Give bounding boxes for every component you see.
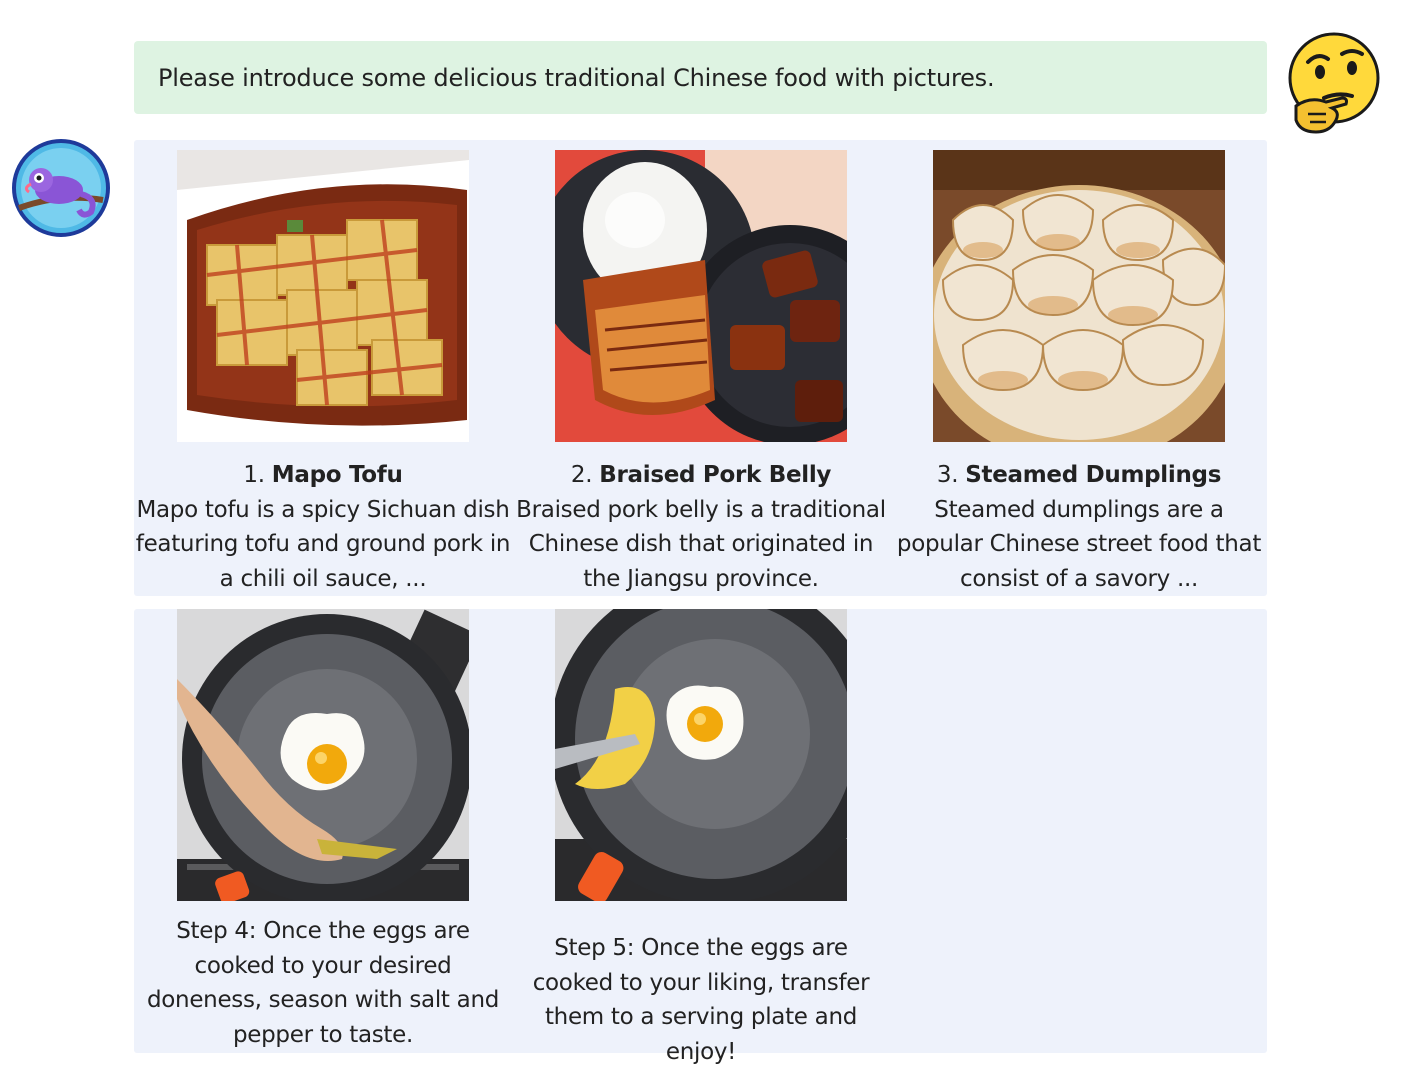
user-prompt-bubble: Please introduce some delicious traditio… <box>134 41 1267 114</box>
chameleon-avatar-icon <box>11 138 111 238</box>
dish-title: 2. Braised Pork Belly <box>570 462 832 488</box>
dish-name: Mapo Tofu <box>271 462 403 488</box>
chat-canvas: Please introduce some delicious traditio… <box>0 0 1412 1066</box>
dish-title: 3. Steamed Dumplings <box>936 462 1222 488</box>
step-caption: Step 4: Once the eggs are cooked to your… <box>146 918 500 1048</box>
egg-transfer-image <box>555 609 847 901</box>
steamed-dumplings-image <box>933 150 1225 442</box>
dish-title: 1. Mapo Tofu <box>243 462 403 488</box>
egg-in-pan-image <box>177 609 469 901</box>
dish-name: Steamed Dumplings <box>965 462 1222 488</box>
steps-panel: Step 4: Once the eggs are cooked to your… <box>134 609 1267 1065</box>
dish-description: Mapo tofu is a spicy Sichuan dish featur… <box>135 496 511 592</box>
mapo-tofu-image <box>177 150 469 442</box>
dish-caption: 2. Braised Pork Belly Braised pork belly… <box>512 458 890 596</box>
braised-pork-belly-image <box>555 150 847 442</box>
thinking-face-icon <box>1286 32 1382 136</box>
dish-name: Braised Pork Belly <box>599 462 832 488</box>
user-prompt-text: Please introduce some delicious traditio… <box>158 63 995 92</box>
dishes-panel: 1. Mapo Tofu Mapo tofu is a spicy Sichua… <box>134 140 1267 596</box>
dish-caption: 1. Mapo Tofu Mapo tofu is a spicy Sichua… <box>134 458 512 596</box>
dish-description: Steamed dumplings are a popular Chinese … <box>896 496 1262 592</box>
dish-caption: 3. Steamed Dumplings Steamed dumplings a… <box>890 458 1268 596</box>
step-caption: Step 5: Once the eggs are cooked to your… <box>532 935 870 1065</box>
dish-description: Braised pork belly is a traditional Chin… <box>516 496 886 592</box>
